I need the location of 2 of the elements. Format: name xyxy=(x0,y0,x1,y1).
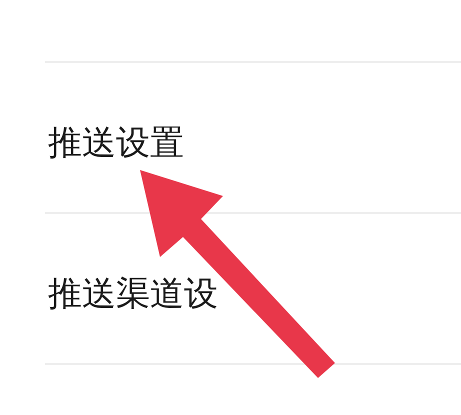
settings-item-label[interactable]: 推送设置 xyxy=(45,120,184,166)
settings-item-label[interactable]: 推送渠道设 xyxy=(45,270,218,316)
